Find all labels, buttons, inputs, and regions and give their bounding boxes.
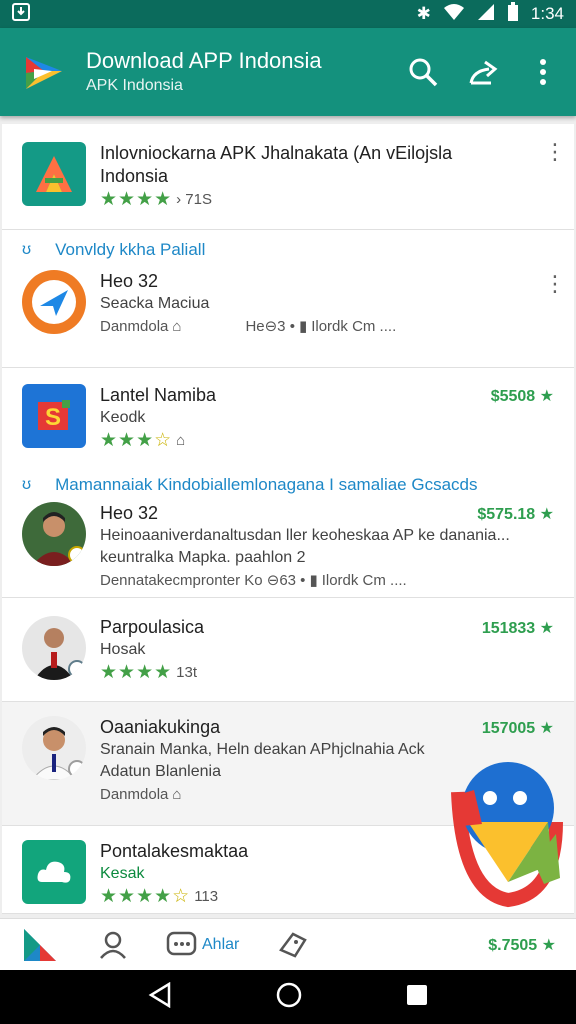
app-icon-arrow <box>22 270 86 334</box>
thumb-up-icon: ▮ <box>309 572 318 589</box>
status-bar: ✱ 1:34 <box>0 0 576 28</box>
share-icon[interactable] <box>464 53 502 91</box>
rating-stars: ★★★★☆ <box>100 886 191 907</box>
app-description: Sranain Manka, Heln deakan APhjclnahia A… <box>100 741 425 758</box>
app-publisher: Keodk <box>100 409 146 426</box>
recents-icon[interactable] <box>405 983 429 1012</box>
home-logo-icon <box>24 928 56 961</box>
mascot-illustration <box>451 762 563 908</box>
rating-stars: ★★★☆ <box>100 430 173 451</box>
verified-badge-icon <box>68 760 86 778</box>
section-icon: ʊ <box>22 241 32 258</box>
section-icon: ʊ <box>22 476 32 493</box>
nav-chat[interactable]: Ahlar <box>166 930 239 960</box>
bottom-navigation: Ahlar $.7505 ★ <box>0 918 576 970</box>
app-subtitle: APK Indonsia <box>86 77 183 94</box>
meta-label: Danmdola <box>100 318 169 335</box>
thumb-up-icon: ▮ <box>298 318 308 335</box>
rating-stars: ★★★★ <box>100 662 173 683</box>
app-name: Heo 32 <box>100 271 159 291</box>
list-item[interactable]: Parpoulasica Hosak ★★★★ 13t 151833 ★ <box>2 598 574 702</box>
rating-count: 13t <box>176 664 197 681</box>
status-time: 1:34 <box>530 4 564 23</box>
person-icon <box>100 931 126 959</box>
more-options-icon[interactable]: ⋮ <box>544 141 566 163</box>
verified-badge-icon <box>68 546 86 564</box>
chat-icon <box>166 931 197 955</box>
notification-download-icon <box>12 2 30 26</box>
list-item[interactable]: ʊ Vonvldy kkha Paliall Heo 32 Seacka Mac… <box>2 230 574 368</box>
price-label: $575.18 ★ <box>477 506 554 523</box>
verified-badge-icon <box>68 660 86 678</box>
search-icon[interactable] <box>404 53 442 91</box>
app-logo-icon <box>26 57 62 89</box>
app-icon-a <box>22 142 86 206</box>
meta-info: He⊖3 • <box>245 318 295 335</box>
avatar <box>22 716 86 780</box>
meta-info-2: Ilordk Cm .... <box>321 572 407 589</box>
nav-home[interactable] <box>20 925 60 965</box>
tag-icon <box>279 931 308 958</box>
system-navigation-bar <box>0 970 576 1024</box>
wifi-icon <box>443 3 465 26</box>
app-publisher: Hosak <box>100 641 146 658</box>
list-item[interactable]: S Lantel Namiba Keodk ★★★☆ ⌂ $5508 ★ <box>2 368 574 468</box>
bookmark-icon[interactable]: ⌂ <box>172 315 181 339</box>
app-title: Download APP Indonsia <box>86 48 322 73</box>
signal-icon <box>477 3 495 26</box>
price-label: $.7505 ★ <box>488 937 556 954</box>
more-options-icon[interactable]: ⋮ <box>544 273 566 295</box>
meta-label: Danmdola <box>100 786 169 803</box>
list-item[interactable]: ʊ Mamannaiak Kindobiallemlonagana I sama… <box>2 468 574 598</box>
section-header: ʊ Vonvldy kkha Paliall <box>2 230 574 270</box>
list-item[interactable]: Inlovniockarna APK Jhalnakata (An vEiloj… <box>2 124 574 230</box>
overflow-menu-icon[interactable] <box>524 53 562 91</box>
price-label: 157005 ★ <box>481 720 554 737</box>
rating-count: 113 <box>194 888 219 905</box>
price-label: 151833 ★ <box>481 620 554 637</box>
bookmark-icon[interactable]: ⌂ <box>176 429 185 453</box>
app-icon-s: S <box>22 384 86 448</box>
nav-explore[interactable] <box>277 930 309 960</box>
nav-chat-label: Ahlar <box>202 935 240 953</box>
svg-text:S: S <box>45 404 61 431</box>
rating-count: › 71S <box>176 191 212 208</box>
price-label: $5508 ★ <box>490 388 554 405</box>
section-title: Mamannaiak Kindobiallemlonagana I samali… <box>55 475 478 494</box>
app-icon-cloud <box>22 840 86 904</box>
nav-profile[interactable] <box>98 930 128 960</box>
app-subtitle: Indonsia <box>100 166 169 186</box>
meta-label: Dennatakecmpronter Ko ⊖63 • <box>100 572 306 589</box>
app-publisher: Seacka Maciua <box>100 295 210 312</box>
app-name: Lantel Namiba <box>100 385 217 405</box>
rating-stars: ★★★★ <box>100 189 173 210</box>
bluetooth-icon: ✱ <box>416 4 431 23</box>
avatar <box>22 616 86 680</box>
meta-info-2: Ilordk Cm .... <box>311 318 397 335</box>
back-icon[interactable] <box>147 981 173 1013</box>
app-bar: Download APP Indonsia APK Indonsia <box>0 28 576 116</box>
section-title: Vonvldy kkha Paliall <box>55 240 206 259</box>
home-icon[interactable] <box>275 981 303 1014</box>
battery-icon <box>507 1 519 27</box>
bookmark-icon[interactable]: ⌂ <box>172 783 181 807</box>
section-header: ʊ Mamannaiak Kindobiallemlonagana I sama… <box>2 468 574 502</box>
avatar <box>22 502 86 566</box>
app-name: Inlovniockarna APK Jhalnakata (An vEiloj… <box>100 143 453 163</box>
app-description: Heinoaaniverdanaltusdan ller keoheskaa A… <box>100 527 510 544</box>
app-description-2: keuntralka Mapka. paahlon 2 <box>100 549 306 566</box>
